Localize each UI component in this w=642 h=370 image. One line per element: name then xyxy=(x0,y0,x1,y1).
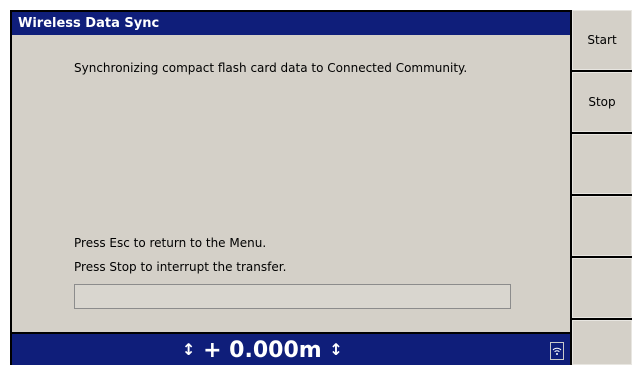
window-title: Wireless Data Sync xyxy=(12,12,570,35)
updown-arrow-left-icon: ↕ xyxy=(182,340,196,359)
status-bar: ↕ + 0.000m ↕ xyxy=(12,334,570,365)
wireless-signal-icon xyxy=(550,342,564,360)
stop-button-label: Stop xyxy=(588,95,616,109)
main-panel: Wireless Data Sync Synchronizing compact… xyxy=(12,12,570,332)
softkey-5-button[interactable] xyxy=(572,258,632,318)
start-button[interactable]: Start xyxy=(572,10,632,70)
progress-bar xyxy=(74,284,511,309)
sync-status-text: Synchronizing compact flash card data to… xyxy=(74,61,468,75)
elevation-readout: ↕ + 0.000m ↕ xyxy=(182,334,343,365)
updown-arrow-right-icon: ↕ xyxy=(329,340,343,359)
start-button-label: Start xyxy=(587,33,617,47)
esc-hint-text: Press Esc to return to the Menu. xyxy=(74,236,267,250)
softkey-6-button[interactable] xyxy=(572,320,632,365)
stop-button[interactable]: Stop xyxy=(572,72,632,132)
stop-hint-text: Press Stop to interrupt the transfer. xyxy=(74,260,287,274)
elevation-value: + 0.000m xyxy=(203,338,322,363)
softkey-3-button[interactable] xyxy=(572,134,632,194)
softkey-4-button[interactable] xyxy=(572,196,632,256)
